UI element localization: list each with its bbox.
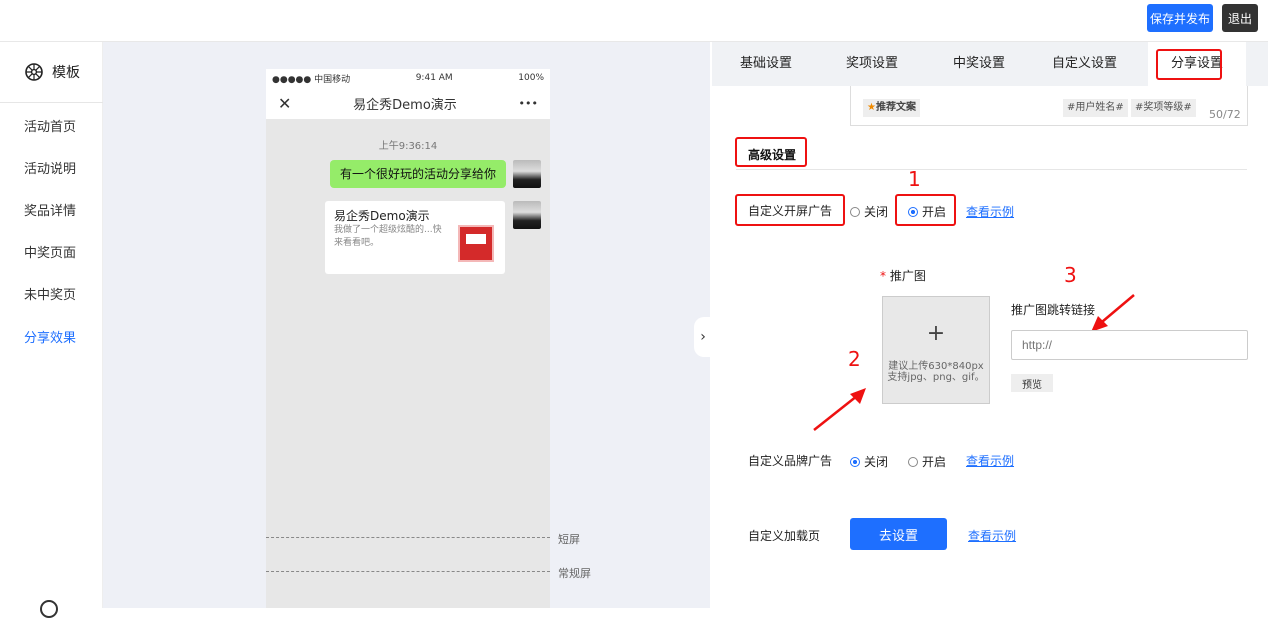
splash-ad-off-radio[interactable]: 关闭 [850,203,888,220]
share-card-description: 我做了一个超级炫酷的...快来看看吧。 [334,225,442,248]
brand-ad-on-radio[interactable]: 开启 [908,453,946,470]
highlight-box [895,194,956,226]
brand-ad-label: 自定义品牌广告 [748,454,833,468]
help-icon[interactable] [40,600,58,618]
short-screen-line [266,537,550,538]
brand-ad-off-radio[interactable]: 关闭 [850,453,888,470]
tab-custom-settings[interactable]: 自定义设置 [1052,42,1117,86]
prize-level-tag-chip[interactable]: #奖项等级# [1131,99,1196,117]
status-carrier: ●●●●● 中国移动 [272,74,351,85]
avatar [513,160,541,188]
sidebar-item-description[interactable]: 活动说明 [24,158,76,177]
promo-image-label: * 推广图 [880,267,926,284]
more-icon: ••• [518,96,538,110]
sidebar-item-lose-page[interactable]: 未中奖页 [24,284,76,303]
chat-timestamp: 上午9:36:14 [378,141,438,152]
promo-image-upload[interactable]: + 建议上传630*840px 支持jpg、png、gif。 [882,296,990,404]
annotation-arrow-icon [1091,294,1135,332]
exit-button[interactable]: 退出 [1222,4,1258,32]
close-icon: ✕ [278,93,292,113]
chevron-right-icon: › [700,329,706,345]
required-mark: * [880,269,886,283]
plus-icon: + [926,321,946,346]
template-icon [25,63,43,81]
promo-image-text: 推广图 [889,269,926,283]
template-menu[interactable]: 模板 [24,62,80,82]
tab-basic-settings[interactable]: 基础设置 [740,42,792,86]
promo-link-label: 推广图跳转链接 [1011,303,1096,317]
radio-label: 关闭 [864,205,889,219]
promo-link-input[interactable] [1011,330,1248,360]
share-card-thumbnail [458,225,494,262]
annotation-number: 2 [848,347,861,371]
radio-circle [850,206,860,217]
settings-panel: 基础设置 奖项设置 中奖设置 自定义设置 分享设置 ★推荐文案 #用户姓名# #… [712,42,1268,608]
chat-message-bubble: 有一个很好玩的活动分享给你 [330,160,506,188]
brand-ad-example-link[interactable]: 查看示例 [966,452,1014,469]
highlight-box [735,137,807,167]
sidebar: 模板 活动首页 活动说明 奖品详情 中奖页面 未中奖页 分享效果 [0,42,103,618]
preview-canvas: ●●●●● 中国移动 9:41 AM 100% ✕ 易企秀Demo演示 ••• … [103,42,710,608]
sidebar-item-home[interactable]: 活动首页 [24,116,76,135]
sidebar-item-win-page[interactable]: 中奖页面 [24,242,76,261]
loading-page-label: 自定义加载页 [748,529,821,543]
sidebar-item-prize-details[interactable]: 奖品详情 [24,200,76,219]
annotation-arrow-icon [813,388,866,431]
annotation-number: 1 [908,167,921,191]
go-settings-button[interactable]: 去设置 [850,518,947,550]
annotation-number: 3 [1064,263,1077,287]
upload-hint: 建议上传630*840px 支持jpg、png、gif。 [887,361,985,383]
short-screen-label: 短屏 [558,533,580,546]
sidebar-divider [0,102,103,103]
username-tag-chip[interactable]: #用户姓名# [1063,99,1128,117]
star-icon: ★ [867,102,876,113]
recommend-copy-label: 推荐文案 [875,102,916,113]
radio-label: 开启 [922,455,947,469]
normal-screen-line [266,571,550,572]
preview-button[interactable]: 预览 [1011,374,1053,392]
loading-page-example-link[interactable]: 查看示例 [968,527,1016,544]
splash-ad-example-link[interactable]: 查看示例 [966,203,1014,220]
save-publish-button[interactable]: 保存并发布 [1147,4,1213,32]
phone-nav-bar: ✕ 易企秀Demo演示 ••• [266,87,550,119]
top-bar: 保存并发布 退出 [0,0,1268,42]
chat-title: 易企秀Demo演示 [353,97,457,113]
normal-screen-label: 常规屏 [558,567,591,580]
section-divider [736,169,1247,170]
share-card: 易企秀Demo演示 我做了一个超级炫酷的...快来看看吧。 [325,201,505,274]
highlight-box [1156,49,1222,80]
highlight-box [735,194,845,226]
radio-circle-selected [850,456,860,467]
radio-label: 关闭 [864,455,889,469]
char-counter: 50/72 [1209,108,1241,121]
recommend-copy-chip[interactable]: ★推荐文案 [863,99,920,117]
radio-circle [908,456,918,467]
status-battery: 100% [518,73,544,83]
tab-win-settings[interactable]: 中奖设置 [953,42,1005,86]
status-time: 9:41 AM [415,73,453,83]
phone-status-bar: ●●●●● 中国移动 9:41 AM 100% [266,69,550,87]
template-label: 模板 [52,65,80,81]
avatar [513,201,541,229]
sidebar-item-share-effect[interactable]: 分享效果 [24,327,76,346]
phone-preview: ●●●●● 中国移动 9:41 AM 100% ✕ 易企秀Demo演示 ••• … [266,69,550,608]
share-card-title: 易企秀Demo演示 [334,209,430,223]
collapse-panel-button[interactable]: › [694,317,712,357]
tab-prize-settings[interactable]: 奖项设置 [846,42,898,86]
settings-tabs: 基础设置 奖项设置 中奖设置 自定义设置 分享设置 [712,42,1268,86]
